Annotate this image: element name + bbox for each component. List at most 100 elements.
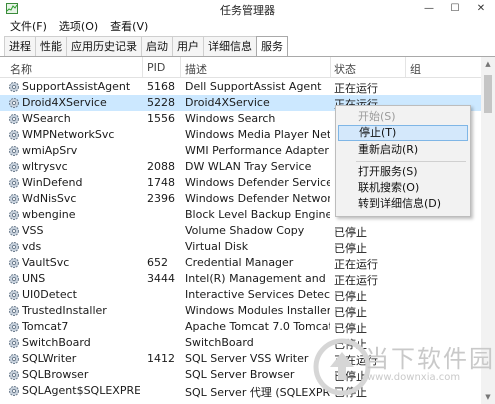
menu-item-stop[interactable]: 停止(T)	[338, 125, 468, 141]
service-gear-icon	[9, 210, 19, 220]
watermark-url: www.downxia.com	[367, 372, 461, 383]
service-name: VSS	[22, 224, 44, 237]
service-gear-icon	[9, 386, 19, 396]
menu-separator	[356, 161, 466, 162]
service-status: 已停止	[334, 306, 367, 319]
service-description: Windows Modules Installer	[185, 304, 330, 317]
menu-item-go-to-details[interactable]: 转到详细信息(D)	[336, 196, 470, 212]
table-row[interactable]: TrustedInstaller Windows Modules Install…	[0, 303, 481, 319]
service-pid: 652	[147, 256, 168, 269]
service-name: wmiApSrv	[22, 144, 78, 157]
service-description: SwitchBoard	[185, 336, 254, 349]
menu-item-start: 开始(S)	[358, 110, 396, 123]
service-name: SQLAgent$SQLEXPRESS	[22, 384, 140, 397]
column-group[interactable]: 组	[410, 61, 421, 77]
tab-app-history[interactable]: 应用历史记录	[66, 36, 142, 56]
service-pid: 1556	[147, 112, 175, 125]
service-description: Windows Search	[185, 112, 276, 125]
column-divider[interactable]	[330, 57, 331, 77]
service-name: WinDefend	[22, 176, 83, 189]
scrollbar-thumb[interactable]	[484, 75, 492, 113]
service-name: VaultSvc	[22, 256, 70, 269]
service-description: Droid4XService	[185, 96, 270, 109]
column-divider[interactable]	[180, 57, 181, 77]
tab-details[interactable]: 详细信息	[203, 36, 257, 56]
tab-processes[interactable]: 进程	[4, 36, 36, 56]
service-pid: 5168	[147, 80, 175, 93]
service-description: DW WLAN Tray Service	[185, 160, 312, 173]
watermark-brand: 当下软件园	[365, 345, 495, 373]
table-row[interactable]: vds Virtual Disk 已停止	[0, 239, 481, 255]
service-gear-icon	[9, 370, 19, 380]
table-row[interactable]: UNS 3444 Intel(R) Management and Sec... …	[0, 271, 481, 287]
service-description: WMI Performance Adapter	[185, 144, 329, 157]
column-status[interactable]: 状态	[334, 61, 356, 77]
service-status: 已停止	[334, 290, 367, 303]
service-description: Apache Tomcat 7.0 Tomcat7	[185, 320, 330, 333]
service-name: SQLWriter	[22, 352, 77, 365]
service-description: SQL Server VSS Writer	[185, 352, 309, 365]
service-gear-icon	[9, 322, 19, 332]
menu-file[interactable]: 文件(F)	[10, 18, 47, 35]
table-row[interactable]: SupportAssistAgent 5168 Dell SupportAssi…	[0, 79, 481, 95]
service-status: 正在运行	[334, 274, 378, 287]
service-pid: 2088	[147, 160, 175, 173]
column-description[interactable]: 描述	[185, 61, 207, 77]
service-status: 正在运行	[334, 82, 378, 95]
service-description: Block Level Backup Engine Se...	[185, 208, 330, 221]
service-gear-icon	[9, 82, 19, 92]
column-header: 名称 PID 描述 状态 组	[0, 57, 481, 78]
menu-view[interactable]: 查看(V)	[110, 18, 148, 35]
minimize-button[interactable]: —	[419, 2, 439, 16]
service-name: WdNisSvc	[22, 192, 77, 205]
service-name: Droid4XService	[22, 96, 107, 109]
menu-item-search-online[interactable]: 联机搜索(O)	[336, 180, 470, 196]
service-description: Windows Media Player Netw...	[185, 128, 330, 141]
column-name[interactable]: 名称	[10, 61, 32, 77]
service-description: Credential Manager	[185, 256, 294, 269]
service-description: Windows Defender Network I...	[185, 192, 330, 205]
column-pid[interactable]: PID	[147, 61, 165, 74]
context-menu: 开始(S) 停止(T) 重新启动(R) 打开服务(S) 联机搜索(O) 转到详细…	[335, 105, 471, 217]
tab-performance[interactable]: 性能	[35, 36, 67, 56]
menu-item-open-services[interactable]: 打开服务(S)	[336, 164, 470, 180]
tab-services[interactable]: 服务	[256, 36, 288, 57]
tab-users[interactable]: 用户	[172, 36, 204, 56]
service-description: Intel(R) Management and Sec...	[185, 272, 330, 285]
service-gear-icon	[9, 146, 19, 156]
service-name: wbengine	[22, 208, 76, 221]
scroll-up-icon[interactable]: ▲	[481, 59, 495, 69]
service-gear-icon	[9, 242, 19, 252]
menu-options[interactable]: 选项(O)	[59, 18, 98, 35]
service-gear-icon	[9, 162, 19, 172]
table-row[interactable]: VSS Volume Shadow Copy 已停止	[0, 223, 481, 239]
service-description: SQL Server 代理 (SQLEXPRESS)	[185, 386, 330, 399]
service-name: SQLBrowser	[22, 368, 89, 381]
menu-item-restart[interactable]: 重新启动(R)	[336, 142, 470, 158]
service-description: Dell SupportAssist Agent	[185, 80, 322, 93]
service-name: UNS	[22, 272, 46, 285]
service-gear-icon	[9, 258, 19, 268]
service-gear-icon	[9, 338, 19, 348]
tab-startup[interactable]: 启动	[141, 36, 173, 56]
service-status: 已停止	[334, 242, 367, 255]
table-row[interactable]: UI0Detect Interactive Services Detection…	[0, 287, 481, 303]
service-gear-icon	[9, 354, 19, 364]
service-status: 已停止	[334, 226, 367, 239]
service-gear-icon	[9, 194, 19, 204]
column-divider[interactable]	[405, 57, 406, 77]
service-gear-icon	[9, 130, 19, 140]
service-name: SwitchBoard	[22, 336, 91, 349]
service-name: wltrysvc	[22, 160, 68, 173]
service-name: Tomcat7	[22, 320, 69, 333]
column-divider[interactable]	[142, 57, 143, 77]
service-pid: 1412	[147, 352, 175, 365]
maximize-button[interactable]: ☐	[445, 2, 465, 16]
service-gear-icon	[9, 98, 19, 108]
service-name: TrustedInstaller	[22, 304, 107, 317]
service-gear-icon	[9, 306, 19, 316]
service-gear-icon	[9, 178, 19, 188]
table-row[interactable]: VaultSvc 652 Credential Manager 正在运行	[0, 255, 481, 271]
close-button[interactable]: ✕	[471, 2, 491, 16]
service-pid: 3444	[147, 272, 175, 285]
